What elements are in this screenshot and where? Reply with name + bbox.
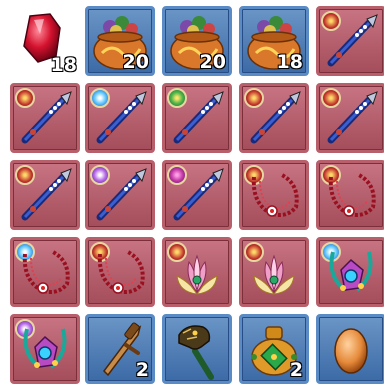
inventory-slot-green-pouch[interactable]: 2 — [239, 314, 309, 384]
inventory-slot-treasure-bag[interactable]: 20 — [85, 6, 155, 76]
orange-egg-icon — [334, 328, 368, 374]
inventory-slot-red-gem[interactable]: 18 — [10, 6, 80, 76]
item-quantity: 20 — [199, 51, 226, 73]
lotus-flower-icon — [176, 254, 218, 295]
inventory-slot-blue-spear[interactable] — [85, 160, 155, 230]
inventory-slot-horse-head-staff[interactable] — [162, 314, 232, 384]
inventory-slot-red-necklace[interactable] — [85, 237, 155, 307]
jeweled-amulet-icon — [329, 251, 373, 292]
blue-spear-icon — [21, 91, 72, 144]
item-quantity: 18 — [276, 51, 303, 73]
blue-spear-icon — [21, 168, 72, 221]
inventory-slot-blue-spear[interactable] — [85, 83, 155, 153]
red-necklace-icon — [328, 173, 376, 217]
item-quantity: 20 — [122, 51, 149, 73]
inventory-slot-blue-spear[interactable] — [239, 83, 309, 153]
blue-spear-icon — [96, 168, 147, 221]
inventory-slot-blue-spear[interactable] — [10, 160, 80, 230]
inventory-slot-red-necklace[interactable] — [316, 160, 384, 230]
inventory-slot-jeweled-amulet[interactable] — [10, 314, 80, 384]
inventory-slot-red-necklace[interactable] — [239, 160, 309, 230]
blue-spear-icon — [173, 168, 224, 221]
jeweled-amulet-icon — [23, 328, 67, 369]
inventory-slot-blue-spear[interactable] — [316, 83, 384, 153]
inventory-slot-treasure-bag[interactable]: 18 — [239, 6, 309, 76]
blue-spear-icon — [327, 91, 378, 144]
horse-head-staff-icon — [178, 325, 214, 380]
inventory-slot-jeweled-amulet[interactable] — [316, 237, 384, 307]
item-quantity: 2 — [289, 359, 303, 381]
red-necklace-icon — [251, 173, 299, 217]
inventory-slot-blue-spear[interactable] — [162, 160, 232, 230]
blue-spear-icon — [96, 91, 147, 144]
inventory-slot-lotus-flower[interactable] — [162, 237, 232, 307]
red-necklace-icon — [97, 250, 145, 294]
blue-spear-icon — [250, 91, 301, 144]
inventory-slot-lotus-flower[interactable] — [239, 237, 309, 307]
blue-spear-icon — [327, 14, 378, 67]
red-necklace-icon — [22, 250, 70, 294]
inventory-slot-blue-spear[interactable] — [162, 83, 232, 153]
inventory-slot-blue-spear[interactable] — [10, 83, 80, 153]
inventory-slot-treasure-bag[interactable]: 20 — [162, 6, 232, 76]
inventory-slot-orange-egg[interactable] — [316, 314, 384, 384]
blue-spear-icon — [173, 91, 224, 144]
inventory-slot-blue-spear[interactable] — [316, 6, 384, 76]
lotus-flower-icon — [253, 254, 295, 295]
item-quantity: 18 — [50, 54, 77, 76]
inventory-slot-red-necklace[interactable] — [10, 237, 80, 307]
inventory-slot-bronze-sword[interactable]: 2 — [85, 314, 155, 384]
item-quantity: 2 — [135, 359, 149, 381]
inventory-grid: 18 20 20 18 2 2 — [0, 0, 384, 389]
